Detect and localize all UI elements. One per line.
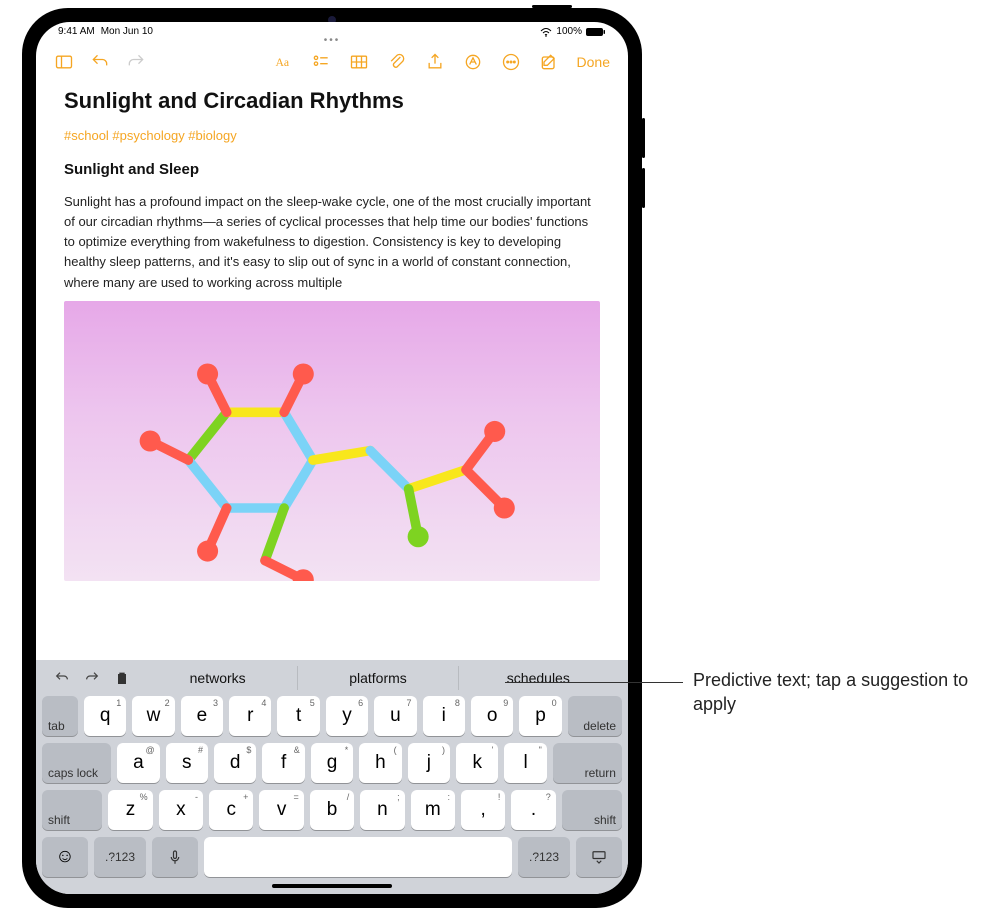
- suggestion-2[interactable]: platforms: [297, 666, 457, 690]
- key-y[interactable]: y6: [326, 696, 368, 736]
- note-title: Sunlight and Circadian Rhythms: [64, 88, 600, 114]
- volume-down-button: [642, 168, 645, 208]
- key-w[interactable]: w2: [132, 696, 174, 736]
- key-h[interactable]: h(: [359, 743, 401, 783]
- note-content[interactable]: Sunlight and Circadian Rhythms #school #…: [36, 82, 628, 660]
- toolbar: Aa Done: [36, 46, 628, 82]
- compose-icon[interactable]: [539, 52, 559, 72]
- suggestion-3[interactable]: schedules: [458, 666, 618, 690]
- undo-icon[interactable]: [90, 52, 110, 72]
- key-dictation[interactable]: [152, 837, 198, 877]
- key-delete[interactable]: delete: [568, 696, 622, 736]
- kb-redo-icon[interactable]: [84, 670, 100, 686]
- checklist-icon[interactable]: [311, 52, 331, 72]
- redo-icon[interactable]: [126, 52, 146, 72]
- key-m[interactable]: m:: [411, 790, 455, 830]
- key-u[interactable]: u7: [374, 696, 416, 736]
- key-d[interactable]: d$: [214, 743, 256, 783]
- key-t[interactable]: t5: [277, 696, 319, 736]
- key-period[interactable]: .?: [511, 790, 555, 830]
- key-z[interactable]: z%: [108, 790, 152, 830]
- more-icon[interactable]: [501, 52, 521, 72]
- key-o[interactable]: o9: [471, 696, 513, 736]
- key-x[interactable]: x-: [159, 790, 203, 830]
- key-return[interactable]: return: [553, 743, 622, 783]
- key-numsym-right[interactable]: .?123: [518, 837, 570, 877]
- multitask-dots[interactable]: •••: [36, 35, 628, 46]
- key-g[interactable]: g*: [311, 743, 353, 783]
- key-q[interactable]: q1: [84, 696, 126, 736]
- key-l[interactable]: l": [504, 743, 546, 783]
- kb-clipboard-icon[interactable]: [114, 670, 130, 686]
- key-p[interactable]: p0: [519, 696, 561, 736]
- home-indicator[interactable]: [272, 884, 392, 888]
- done-button[interactable]: Done: [577, 54, 610, 70]
- key-e[interactable]: e3: [181, 696, 223, 736]
- power-button: [532, 5, 572, 8]
- key-s[interactable]: s#: [166, 743, 208, 783]
- key-shift-right[interactable]: shift: [562, 790, 622, 830]
- key-i[interactable]: i8: [423, 696, 465, 736]
- suggestion-1[interactable]: networks: [138, 666, 297, 690]
- callout-text: Predictive text; tap a suggestion to app…: [693, 668, 973, 717]
- key-emoji[interactable]: ☺: [42, 837, 88, 877]
- key-tab[interactable]: tab: [42, 696, 78, 736]
- molecule-image: [64, 301, 600, 581]
- key-a[interactable]: a@: [117, 743, 159, 783]
- section-heading: Sunlight and Sleep: [64, 161, 600, 178]
- share-icon[interactable]: [425, 52, 445, 72]
- format-icon[interactable]: Aa: [273, 52, 293, 72]
- key-comma[interactable]: ,!: [461, 790, 505, 830]
- key-shift-left[interactable]: shift: [42, 790, 102, 830]
- key-n[interactable]: n;: [360, 790, 404, 830]
- kb-undo-icon[interactable]: [54, 670, 70, 686]
- markup-icon[interactable]: [463, 52, 483, 72]
- onscreen-keyboard: networks platforms schedules tab q1w2e3r…: [36, 660, 628, 894]
- key-capslock[interactable]: caps lock: [42, 743, 111, 783]
- key-j[interactable]: j): [408, 743, 450, 783]
- svg-text:Aa: Aa: [275, 56, 289, 69]
- screen: 9:41 AM Mon Jun 10 100% •••: [36, 22, 628, 894]
- sidebar-icon[interactable]: [54, 52, 74, 72]
- note-tags[interactable]: #school #psychology #biology: [64, 128, 600, 143]
- ipad-device-frame: 9:41 AM Mon Jun 10 100% •••: [22, 8, 642, 908]
- key-numsym-left[interactable]: .?123: [94, 837, 146, 877]
- key-c[interactable]: c+: [209, 790, 253, 830]
- key-k[interactable]: k': [456, 743, 498, 783]
- table-icon[interactable]: [349, 52, 369, 72]
- key-r[interactable]: r4: [229, 696, 271, 736]
- key-dismiss-keyboard[interactable]: [576, 837, 622, 877]
- attachment-icon[interactable]: [387, 52, 407, 72]
- suggestion-bar: networks platforms schedules: [36, 666, 628, 696]
- key-f[interactable]: f&: [262, 743, 304, 783]
- key-b[interactable]: b/: [310, 790, 354, 830]
- note-body: Sunlight has a profound impact on the sl…: [64, 192, 600, 293]
- key-v[interactable]: v=: [259, 790, 303, 830]
- callout-line: [505, 682, 683, 683]
- key-space[interactable]: [204, 837, 512, 877]
- volume-up-button: [642, 118, 645, 158]
